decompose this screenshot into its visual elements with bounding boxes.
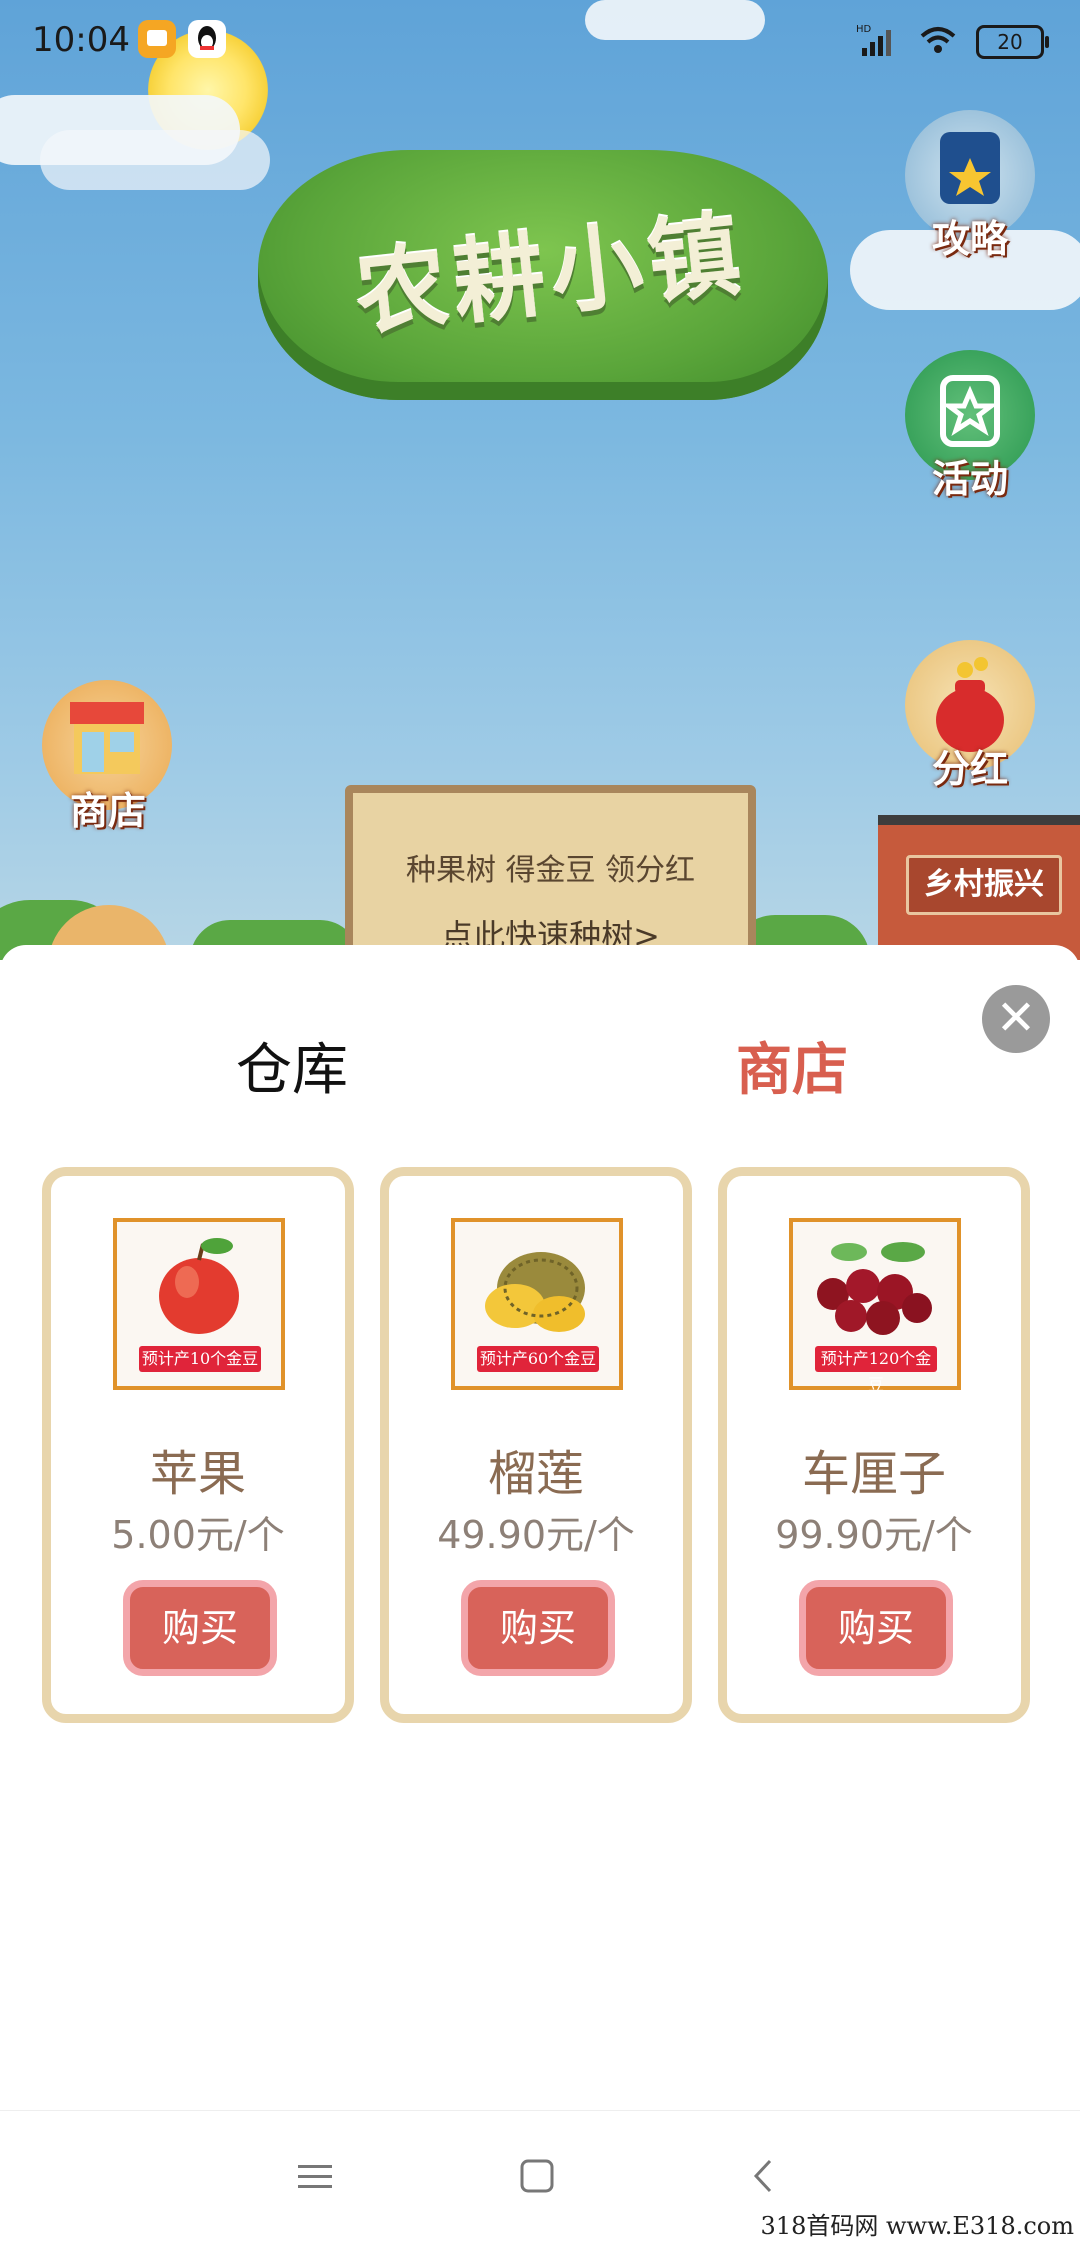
quick-plant-sign[interactable]: 种果树 得金豆 领分红 点此快速种树>: [345, 785, 756, 960]
rural-revitalization-sign[interactable]: 乡村振兴: [906, 855, 1062, 915]
product-card-cherry: 预计产120个金豆 车厘子 99.90元/个 购买: [718, 1167, 1030, 1723]
system-navigation-bar: 318首码网 www.E318.com: [0, 2110, 1080, 2245]
product-price: 99.90元/个: [775, 1513, 973, 1557]
activity-label: 活动: [931, 457, 1008, 501]
product-name: 车厘子: [801, 1446, 946, 1502]
yield-badge: 预计产60个金豆: [477, 1346, 599, 1372]
yield-badge: 预计产10个金豆: [139, 1346, 261, 1372]
product-name: 苹果: [149, 1446, 246, 1502]
product-price: 5.00元/个: [111, 1513, 285, 1557]
buy-button[interactable]: 购买: [123, 1580, 277, 1676]
product-price: 49.90元/个: [437, 1513, 635, 1557]
game-background: 10:04 HD 20 农耕小镇 攻略 活动 分红 商店 种果树 得金豆 领分红…: [0, 0, 1080, 960]
back-icon[interactable]: [738, 2151, 788, 2201]
signal-icon: HD: [856, 22, 900, 62]
buy-button[interactable]: 购买: [461, 1580, 615, 1676]
tab-warehouse[interactable]: 仓库: [142, 1025, 442, 1106]
message-notification-icon: [138, 20, 176, 58]
buy-button[interactable]: 购买: [799, 1580, 953, 1676]
status-bar: 10:04 HD 20: [0, 0, 1080, 84]
dividend-label: 分红: [931, 747, 1008, 791]
status-time: 10:04: [32, 20, 130, 60]
product-card-durian: 预计产60个金豆 榴莲 49.90元/个 购买: [380, 1167, 692, 1723]
guide-label: 攻略: [931, 217, 1008, 261]
wifi-icon: [918, 24, 958, 60]
shop-sheet: 仓库 商店 ✕ 预计产10个金豆 苹果 5.00元/个 购买 预计产60个金豆 …: [0, 945, 1080, 2110]
menu-icon[interactable]: [290, 2151, 340, 2201]
watermark-text: 318首码网 www.E318.com: [760, 2212, 1074, 2240]
close-button[interactable]: ✕: [982, 985, 1050, 1053]
network-type-label: HD: [856, 24, 872, 35]
product-card-apple: 预计产10个金豆 苹果 5.00元/个 购买: [42, 1167, 354, 1723]
tab-shop[interactable]: 商店: [642, 1025, 942, 1106]
battery-indicator: 20: [976, 25, 1049, 59]
cherry-icon: 预计产120个金豆: [789, 1218, 961, 1394]
status-indicators: HD 20: [856, 22, 1049, 62]
close-icon: ✕: [995, 990, 1037, 1046]
cloud-decoration: [40, 130, 270, 190]
sign-slogan: 种果树 得金豆 领分红: [405, 853, 696, 888]
durian-icon: 预计产60个金豆: [451, 1218, 623, 1390]
shop-label: 商店: [69, 789, 146, 833]
yield-badge: 预计产120个金豆: [815, 1346, 937, 1394]
qq-notification-icon: [188, 20, 226, 58]
home-icon[interactable]: [512, 2151, 562, 2201]
product-name: 榴莲: [487, 1446, 584, 1502]
apple-icon: 预计产10个金豆: [113, 1218, 285, 1390]
